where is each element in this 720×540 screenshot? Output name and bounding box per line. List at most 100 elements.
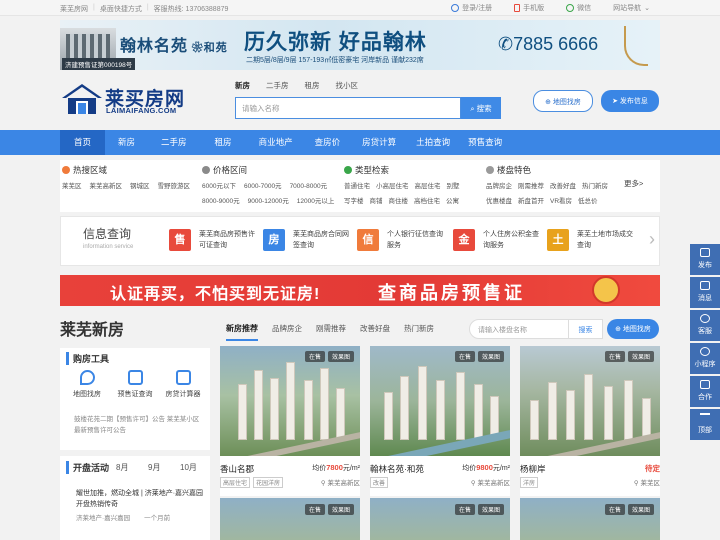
cat-link[interactable]: 雪野旅游区	[158, 180, 191, 190]
tool-presale[interactable]: 预售证查询	[112, 370, 158, 399]
document-icon	[127, 370, 143, 385]
listing-price: 均价9800元/m²	[462, 463, 510, 472]
month-tab[interactable]: 10月	[180, 462, 197, 473]
tool-map[interactable]: 地图找房	[64, 370, 110, 399]
miniprogram-icon	[700, 347, 710, 356]
more-link[interactable]: 更多>	[624, 178, 643, 189]
side-top-button[interactable]: 顶部	[690, 409, 720, 440]
nav-item-second[interactable]: 二手房	[148, 130, 200, 155]
nav-item-land[interactable]: 土拍查询	[408, 130, 458, 155]
cat-link[interactable]: 低总价	[578, 195, 598, 205]
cat-link[interactable]: 热门新房	[582, 180, 608, 190]
cat-link[interactable]: 莱芜高新区	[90, 180, 123, 190]
site-nav-link[interactable]: 网站导航 ⌄	[613, 3, 650, 13]
chevron-right-icon[interactable]: ›	[649, 229, 655, 250]
tab-hot[interactable]: 热门新房	[404, 323, 434, 341]
cat-link[interactable]: 优惠楼盘	[486, 195, 512, 205]
cat-link[interactable]: 钢城区	[130, 180, 150, 190]
wechat-link[interactable]: 微信	[566, 3, 591, 13]
side-publish-button[interactable]: 发布	[690, 244, 720, 275]
search-button[interactable]: ⌕ 搜索	[461, 97, 501, 119]
cat-link[interactable]: 莱芜区	[62, 180, 82, 190]
nav-item-new[interactable]: 新房	[105, 130, 148, 155]
site-logo[interactable]: 莱买房网 LAIMAIFANG.COM	[62, 82, 192, 118]
nav-item-commercial[interactable]: 商业地产	[247, 130, 305, 155]
month-tab[interactable]: 8月	[116, 462, 128, 473]
project-search-input[interactable]: 请输入楼盘名称	[469, 319, 569, 339]
tab-brand[interactable]: 品牌房企	[272, 323, 302, 341]
listing-card[interactable]: 在售 效果图 翰林名苑·和苑 均价9800元/m² 改善 ⚲ 莱芜高新区	[370, 346, 510, 496]
login-link[interactable]: 登录/注册	[451, 3, 492, 13]
cat-link[interactable]: 改善好盘	[550, 180, 576, 190]
render-badge: 效果图	[327, 351, 354, 362]
nav-item-home[interactable]: 首页	[60, 130, 106, 155]
cat-link[interactable]: 6000-7000元	[244, 180, 282, 190]
side-service-button[interactable]: 客服	[690, 310, 720, 341]
service-presale[interactable]: 售莱芜商品房预售许可证查询	[169, 229, 259, 257]
tool-calculator[interactable]: 房贷计算器	[160, 370, 206, 399]
tab-essential[interactable]: 刚需推荐	[316, 323, 346, 341]
cat-link[interactable]: 7000-8000元	[290, 180, 328, 190]
cat-link[interactable]: 8000-9000元	[202, 195, 240, 205]
month-tab[interactable]: 9月	[148, 462, 160, 473]
mobile-link[interactable]: 手机版	[514, 3, 544, 13]
tab-recommend[interactable]: 新房推荐	[226, 323, 258, 341]
service-land[interactable]: 土莱芜土地市场成交查询	[547, 229, 637, 257]
nav-item-loan[interactable]: 房贷计算	[350, 130, 408, 155]
activity-title: 开盘活动	[66, 461, 109, 474]
status-badge: 在售	[604, 504, 625, 515]
nav-item-rent[interactable]: 租房	[200, 130, 247, 155]
cat-link[interactable]: 高层住宅	[415, 180, 441, 190]
deer-icon	[624, 26, 648, 66]
publish-button[interactable]: ➤ 发布信息	[601, 90, 659, 112]
side-cooperate-button[interactable]: 合作	[690, 376, 720, 407]
service-contract[interactable]: 房莱芜商品房合同网签查询	[263, 229, 353, 257]
service-credit[interactable]: 信个人银行征信查询服务	[357, 229, 447, 257]
search-tab-community[interactable]: 找小区	[336, 80, 359, 91]
cat-link[interactable]: 商铺	[370, 195, 383, 205]
cat-link[interactable]: VR看房	[550, 195, 572, 205]
phone-icon	[514, 4, 521, 12]
tab-improve[interactable]: 改善好盘	[360, 323, 390, 341]
cat-link[interactable]: 普通住宅	[344, 180, 370, 190]
site-home-link[interactable]: 莱芜房网	[60, 4, 88, 14]
category-price: 价格区间 6000元以下 6000-7000元 7000-8000元 8000-90…	[202, 165, 335, 205]
listing-card[interactable]: 在售 效果图 香山名郡 均价7800元/m² 高层住宅 花园洋房 ⚲ 莱芜高新区	[220, 346, 360, 496]
presale-check-banner[interactable]: 认证再买，不怕买到无证房! 查商品房预售证	[60, 275, 660, 306]
cat-link[interactable]: 新盘首开	[518, 195, 544, 205]
cat-link[interactable]: 高档住宅	[414, 195, 440, 205]
nav-item-presale[interactable]: 预售查询	[458, 130, 512, 155]
side-message-button[interactable]: 消息	[690, 277, 720, 308]
cat-link[interactable]: 品牌房企	[486, 180, 512, 190]
activity-text[interactable]: 耀世加推，燃动全城 | 济莱地产·嘉兴嘉园开盘热销传奇	[76, 488, 204, 510]
cat-link[interactable]: 6000元以下	[202, 180, 236, 190]
cat-link[interactable]: 9000-12000元	[248, 195, 289, 205]
cat-link[interactable]: 刚需推荐	[518, 180, 544, 190]
cat-link[interactable]: 写字楼	[344, 195, 364, 205]
search-tab-rent[interactable]: 租房	[305, 80, 320, 91]
search-input[interactable]: 请输入名称	[235, 97, 461, 119]
listing-name: 杨柳岸	[520, 464, 546, 474]
listing-card[interactable]: 在售 效果图	[220, 498, 360, 540]
ad-banner[interactable]: 济建预售证第000198号 翰林名苑 ❀和苑 历久弥新 好品翰林 二期5层/8层…	[60, 20, 660, 70]
send-icon: ➤	[612, 98, 620, 105]
listing-card[interactable]: 在售 效果图	[520, 498, 660, 540]
listing-price: 待定	[645, 464, 660, 473]
cat-link[interactable]: 小高层住宅	[376, 180, 409, 190]
section-map-button[interactable]: ⊕ 地图找房	[607, 319, 659, 339]
cat-link[interactable]: 公寓	[446, 195, 459, 205]
cat-link[interactable]: 12000元以上	[297, 195, 335, 205]
cat-link[interactable]: 商住楼	[389, 195, 409, 205]
service-fund[interactable]: 金个人住房公积金查询服务	[453, 229, 543, 257]
desktop-shortcut-link[interactable]: 桌面快捷方式	[100, 4, 142, 14]
search-tab-second[interactable]: 二手房	[266, 80, 289, 91]
nav-item-price[interactable]: 查房价	[305, 130, 351, 155]
notice-ticker[interactable]: 鼓楼花苑二期【预售许可】公告 莱芜某小区最新预售许可公告	[74, 414, 204, 436]
listing-card[interactable]: 在售 效果图	[370, 498, 510, 540]
search-tab-new[interactable]: 新房	[235, 80, 250, 91]
listing-card[interactable]: 在售 效果图 杨柳岸 待定 洋房 ⚲ 莱芜区	[520, 346, 660, 496]
cat-link[interactable]: 别墅	[447, 180, 460, 190]
side-miniprogram-button[interactable]: 小程序	[690, 343, 720, 374]
map-search-button[interactable]: ⊕ 地图找房	[533, 90, 593, 112]
project-search-button[interactable]: 搜索	[569, 319, 603, 339]
